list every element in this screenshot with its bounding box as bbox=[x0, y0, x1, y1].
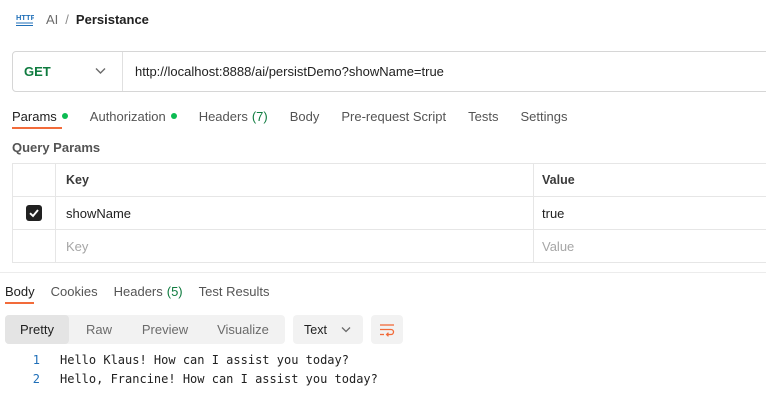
line-number: 1 bbox=[32, 352, 40, 367]
tab-settings[interactable]: Settings bbox=[520, 109, 567, 124]
format-select[interactable]: Text bbox=[293, 315, 363, 344]
new-param-value-input[interactable]: Value bbox=[534, 230, 766, 262]
request-bar: GET http://localhost:8888/ai/persistDemo… bbox=[12, 51, 766, 92]
tab-label: Authorization bbox=[89, 108, 166, 124]
active-tab-indicator bbox=[5, 302, 34, 304]
tab-label: Body bbox=[5, 283, 35, 299]
line-number: 2 bbox=[32, 371, 40, 386]
tab-label: Pre-request Script bbox=[341, 108, 447, 124]
table-row: showName true bbox=[12, 197, 766, 230]
tab-test-results[interactable]: Test Results bbox=[199, 284, 270, 299]
tab-label: Cookies bbox=[50, 283, 98, 299]
breadcrumb-separator: / bbox=[65, 11, 69, 27]
request-title[interactable]: Persistance bbox=[76, 12, 149, 27]
tab-count: (7) bbox=[251, 108, 268, 124]
tab-cookies[interactable]: Cookies bbox=[51, 284, 98, 299]
chevron-down-icon bbox=[341, 327, 351, 333]
param-enabled-checkbox[interactable] bbox=[26, 205, 42, 221]
tab-response-headers[interactable]: Headers (5) bbox=[114, 284, 183, 299]
active-tab-indicator bbox=[12, 127, 62, 129]
tab-label: Params bbox=[12, 108, 57, 124]
breadcrumb: HTTP AI / Persistance bbox=[16, 9, 149, 29]
new-param-key-input[interactable]: Key bbox=[56, 230, 534, 262]
tab-label: Headers bbox=[198, 108, 248, 124]
param-enabled-cell bbox=[12, 197, 56, 229]
format-label: Text bbox=[304, 322, 327, 337]
http-icon: HTTP bbox=[16, 11, 36, 27]
url-input[interactable]: http://localhost:8888/ai/persistDemo?sho… bbox=[123, 64, 444, 79]
status-dot bbox=[61, 113, 68, 119]
request-tabs: Params Authorization Headers (7) Body Pr… bbox=[12, 106, 589, 126]
tab-count: (5) bbox=[166, 283, 183, 299]
view-pretty-button[interactable]: Pretty bbox=[5, 315, 69, 344]
divider bbox=[0, 272, 766, 273]
code-line: 2 Hello, Francine! How can I assist you … bbox=[0, 369, 378, 388]
breadcrumb-parent[interactable]: AI bbox=[46, 12, 58, 27]
wrap-lines-button[interactable] bbox=[371, 315, 403, 344]
view-mode-selector: Pretty Raw Preview Visualize bbox=[5, 315, 285, 344]
table-row: Key Value bbox=[12, 230, 766, 263]
status-dot bbox=[170, 113, 177, 119]
method-select[interactable]: GET bbox=[13, 52, 123, 91]
svg-text:HTTP: HTTP bbox=[16, 13, 34, 22]
chevron-down-icon bbox=[95, 68, 106, 74]
tab-label: Body bbox=[289, 108, 320, 124]
view-raw-button[interactable]: Raw bbox=[69, 315, 129, 344]
param-value-input[interactable]: true bbox=[534, 197, 766, 229]
tab-label: Headers bbox=[113, 283, 163, 299]
response-tabs: Body Cookies Headers (5) Test Results bbox=[5, 281, 285, 301]
tab-response-body[interactable]: Body bbox=[5, 284, 35, 299]
view-visualize-button[interactable]: Visualize bbox=[201, 315, 285, 344]
method-label: GET bbox=[24, 64, 51, 79]
value-column-header: Value bbox=[542, 173, 575, 187]
key-column-header: Key bbox=[56, 164, 534, 196]
code-line: 1 Hello Klaus! How can I assist you toda… bbox=[0, 350, 378, 369]
tab-body[interactable]: Body bbox=[290, 109, 320, 124]
tab-authorization[interactable]: Authorization bbox=[90, 109, 177, 124]
wrap-lines-icon bbox=[380, 323, 395, 337]
view-preview-button[interactable]: Preview bbox=[129, 315, 201, 344]
check-icon bbox=[29, 209, 39, 218]
param-enabled-cell bbox=[12, 230, 56, 262]
tab-tests[interactable]: Tests bbox=[468, 109, 498, 124]
tab-label: Test Results bbox=[198, 283, 270, 299]
line-text: Hello, Francine! How can I assist you to… bbox=[60, 371, 378, 386]
tab-label: Tests bbox=[468, 108, 499, 124]
param-key-input[interactable]: showName bbox=[56, 197, 534, 229]
tab-params[interactable]: Params bbox=[12, 109, 68, 124]
query-params-title: Query Params bbox=[12, 140, 101, 155]
response-body: 1 Hello Klaus! How can I assist you toda… bbox=[0, 350, 378, 388]
line-text: Hello Klaus! How can I assist you today? bbox=[60, 352, 349, 367]
tab-label: Settings bbox=[520, 108, 568, 124]
query-params-table: Key Value showName true Key Value bbox=[12, 163, 766, 263]
tab-pre-request-script[interactable]: Pre-request Script bbox=[341, 109, 446, 124]
table-header-row: Key Value bbox=[12, 164, 766, 197]
checkbox-column-header bbox=[12, 164, 56, 196]
tab-headers[interactable]: Headers (7) bbox=[199, 109, 268, 124]
